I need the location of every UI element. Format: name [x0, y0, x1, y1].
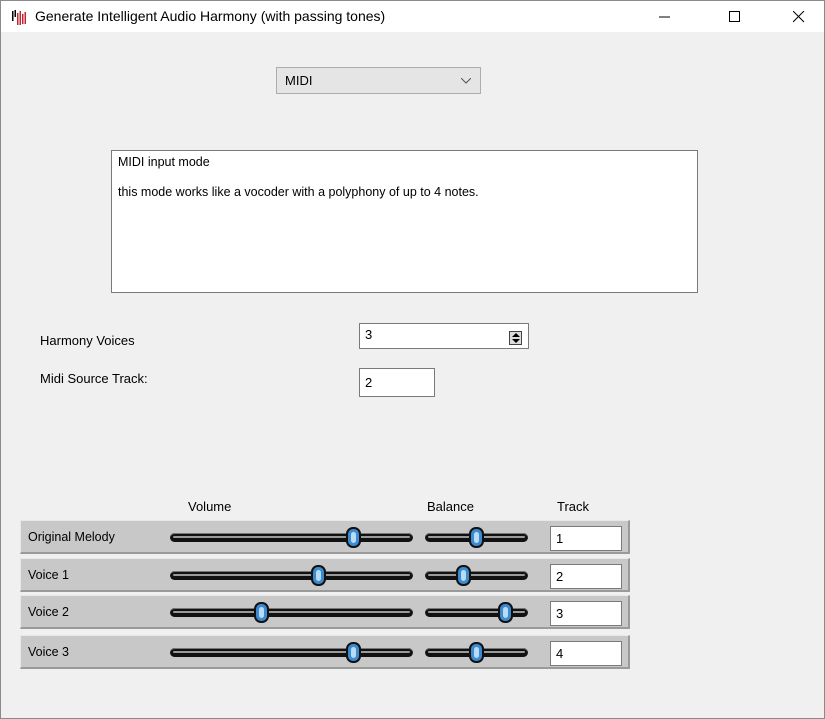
midi-source-track-input[interactable]: 2: [359, 368, 435, 397]
track-number-value: 2: [556, 569, 564, 584]
window-title: Generate Intelligent Audio Harmony (with…: [35, 8, 386, 24]
harmony-voices-spinner[interactable]: 3: [359, 323, 529, 349]
track-number-input[interactable]: 1: [550, 526, 622, 551]
track-column-header: Track: [557, 499, 590, 514]
volume-slider-thumb[interactable]: [345, 527, 361, 548]
track-number-value: 1: [556, 531, 564, 546]
volume-slider-track[interactable]: [170, 608, 413, 617]
volume-column-header: Volume: [188, 499, 232, 514]
mixer-row: Voice 3 4: [20, 635, 630, 669]
midi-source-track-value: 2: [365, 375, 373, 390]
mode-dropdown[interactable]: MIDI: [276, 67, 481, 94]
volume-slider-track[interactable]: [170, 533, 413, 542]
up-down-arrows-icon: [512, 333, 520, 343]
track-number-value: 4: [556, 646, 564, 661]
harmony-voices-label: Harmony Voices: [40, 333, 135, 348]
mixer-row: Voice 1 2: [20, 558, 630, 592]
midi-source-track-label: Midi Source Track:: [40, 371, 148, 386]
title-bar[interactable]: Generate Intelligent Audio Harmony (with…: [1, 1, 824, 32]
balance-slider-track[interactable]: [425, 571, 528, 580]
dialog-window: Generate Intelligent Audio Harmony (with…: [0, 0, 825, 719]
track-number-input[interactable]: 3: [550, 601, 622, 626]
volume-slider-thumb[interactable]: [311, 565, 327, 586]
volume-slider-thumb[interactable]: [254, 602, 270, 623]
balance-slider-thumb[interactable]: [469, 642, 484, 663]
mode-description-box: MIDI input mode this mode works like a v…: [111, 150, 698, 293]
balance-slider-thumb[interactable]: [498, 602, 514, 623]
balance-slider-thumb[interactable]: [455, 565, 471, 586]
close-button[interactable]: [777, 1, 823, 32]
audio-harmony-app-icon: [12, 10, 26, 25]
mode-dropdown-value: MIDI: [285, 73, 313, 88]
description-line-1: MIDI input mode: [118, 155, 210, 169]
mixer-row-label: Voice 2: [28, 605, 70, 619]
mixer-row: Original Melody 1: [20, 520, 630, 554]
harmony-voices-value: 3: [365, 327, 373, 342]
chevron-down-icon: [461, 78, 471, 84]
mixer-row: Voice 2 3: [20, 595, 630, 629]
maximize-icon: [729, 11, 740, 22]
track-number-input[interactable]: 2: [550, 564, 622, 589]
mixer-row-label: Original Melody: [28, 530, 115, 544]
description-line-2: this mode works like a vocoder with a po…: [118, 185, 479, 199]
track-number-value: 3: [556, 606, 564, 621]
track-number-input[interactable]: 4: [550, 641, 622, 666]
minimize-icon: [659, 16, 670, 18]
minimize-button[interactable]: [643, 1, 689, 32]
balance-column-header: Balance: [427, 499, 474, 514]
maximize-button[interactable]: [713, 1, 759, 32]
mixer-row-label: Voice 3: [28, 645, 70, 659]
volume-slider-thumb[interactable]: [345, 642, 361, 663]
spin-buttons[interactable]: [509, 331, 522, 345]
close-icon: [793, 11, 805, 23]
balance-slider-thumb[interactable]: [469, 527, 484, 548]
mixer-row-label: Voice 1: [28, 568, 70, 582]
volume-slider-track[interactable]: [170, 571, 413, 580]
volume-slider-track[interactable]: [170, 648, 413, 657]
